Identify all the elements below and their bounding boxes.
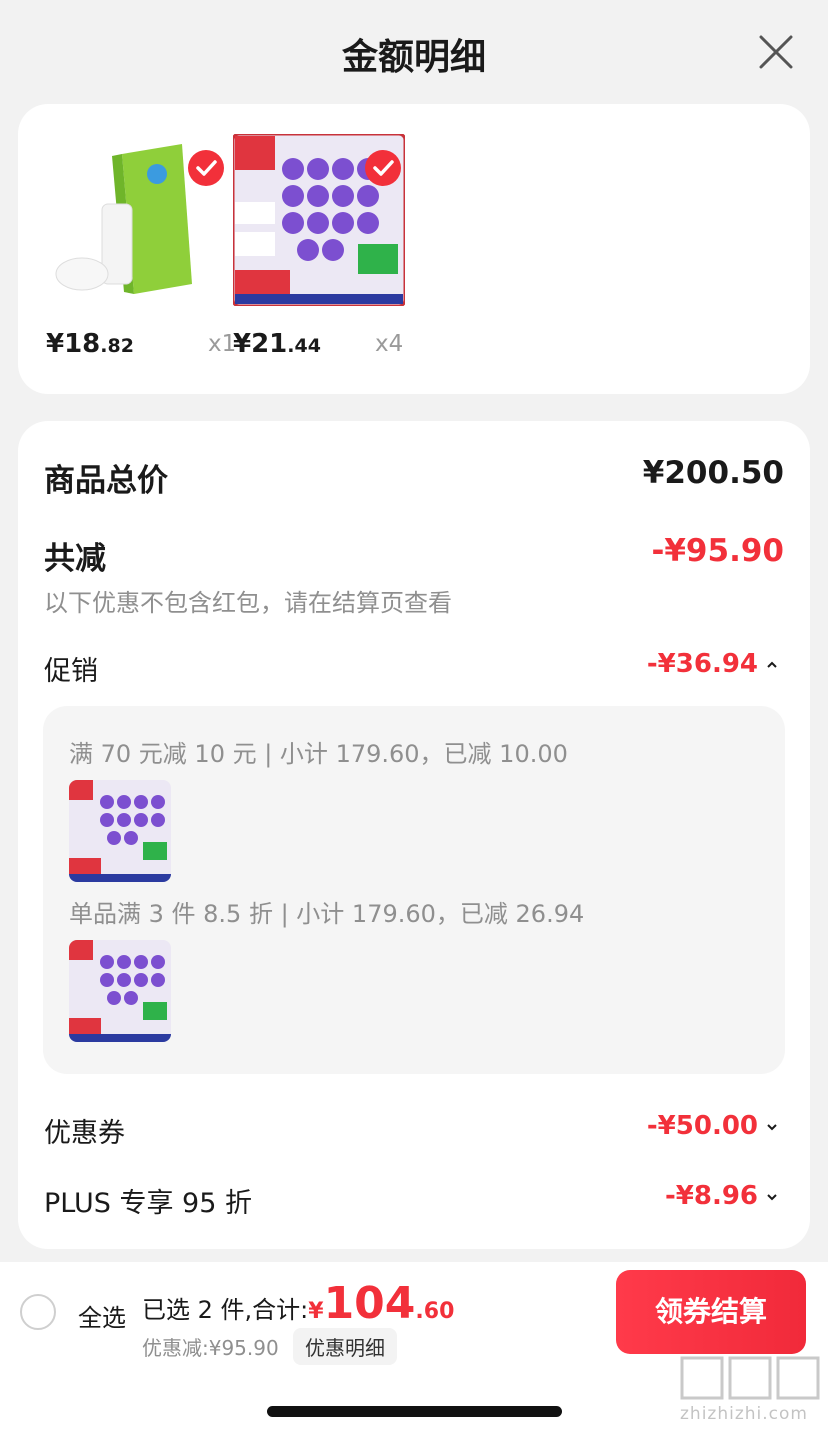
chevron-down-icon [767,1123,777,1130]
product-card: ¥18.82 x1 ¥21.44 x4 [18,104,810,394]
coupon-value: -¥50.00 [647,1111,778,1141]
watermark: zhizhizhi.com [676,1352,822,1426]
watermark-logo-icon [680,1356,820,1400]
coupon-row[interactable]: 优惠券 -¥50.00 [44,1111,784,1149]
total-reduce-label: 共减 [44,541,106,577]
promo-line: 满 70 元减 10 元 | 小计 179.60，已减 10.00 [69,740,568,768]
reduce-note-row: 以下优惠不包含红包，请在结算页查看 [44,583,784,617]
price-detail-card: 商品总价 ¥200.50 共减 -¥95.90 以下优惠不包含红包，请在结算页查… [18,421,810,1249]
product-item[interactable]: ¥21.44 x4 [233,134,413,364]
total-amount-decimal: .60 [415,1299,455,1324]
total-reduce-value: -¥95.90 [651,533,785,569]
promo-value: -¥36.94 [647,649,778,679]
select-all-label[interactable]: 全选 [78,1298,126,1333]
coupon-label: 优惠券 [44,1118,125,1149]
currency-symbol: ¥ [308,1299,324,1324]
page-title: 金额明细 [341,37,486,78]
header: 金额明细 [0,0,828,100]
close-icon[interactable] [758,34,794,70]
reduce-note: 以下优惠不包含红包，请在结算页查看 [44,589,452,617]
product-thumbnail [69,940,171,1042]
plus-discount-row[interactable]: PLUS 专享 95 折 -¥8.96 [44,1181,784,1219]
chevron-up-icon [767,661,777,668]
product-qty: x1 [208,331,237,357]
product-price: ¥18.82 [46,329,134,359]
checkout-button[interactable]: 领券结算 [616,1270,806,1354]
selected-count-text: 已选 2 件,合计: [142,1296,309,1324]
promo-row[interactable]: 促销 -¥36.94 [44,649,784,687]
product-thumbnail [69,780,171,882]
promo-line: 单品满 3 件 8.5 折 | 小计 179.60，已减 26.94 [69,900,585,928]
selected-summary: 已选 2 件,合计:¥104.60 [142,1278,454,1329]
watermark-text: zhizhizhi.com [680,1404,808,1424]
saved-amount: 优惠减:¥95.90 [142,1336,279,1360]
plus-discount-value: -¥8.96 [665,1181,778,1211]
checked-icon[interactable] [188,150,224,186]
product-item[interactable]: ¥18.82 x1 [46,134,236,364]
discount-detail-button[interactable]: 优惠明细 [293,1328,397,1365]
total-amount: 104 [323,1278,416,1329]
total-price-row: 商品总价 ¥200.50 [44,455,784,499]
product-price: ¥21.44 [233,329,321,359]
select-all-radio[interactable] [20,1294,56,1330]
product-qty: x4 [375,331,404,357]
promo-detail-box: 满 70 元减 10 元 | 小计 179.60，已减 10.00 单品满 3 … [43,706,785,1074]
home-indicator [267,1406,562,1417]
total-price-label: 商品总价 [44,463,168,499]
checked-icon[interactable] [365,150,401,186]
chevron-down-icon [767,1193,777,1200]
total-reduce-row: 共减 -¥95.90 [44,533,785,577]
total-price-value: ¥200.50 [642,455,784,491]
promo-label: 促销 [44,656,98,687]
plus-discount-label: PLUS 专享 95 折 [44,1188,252,1219]
